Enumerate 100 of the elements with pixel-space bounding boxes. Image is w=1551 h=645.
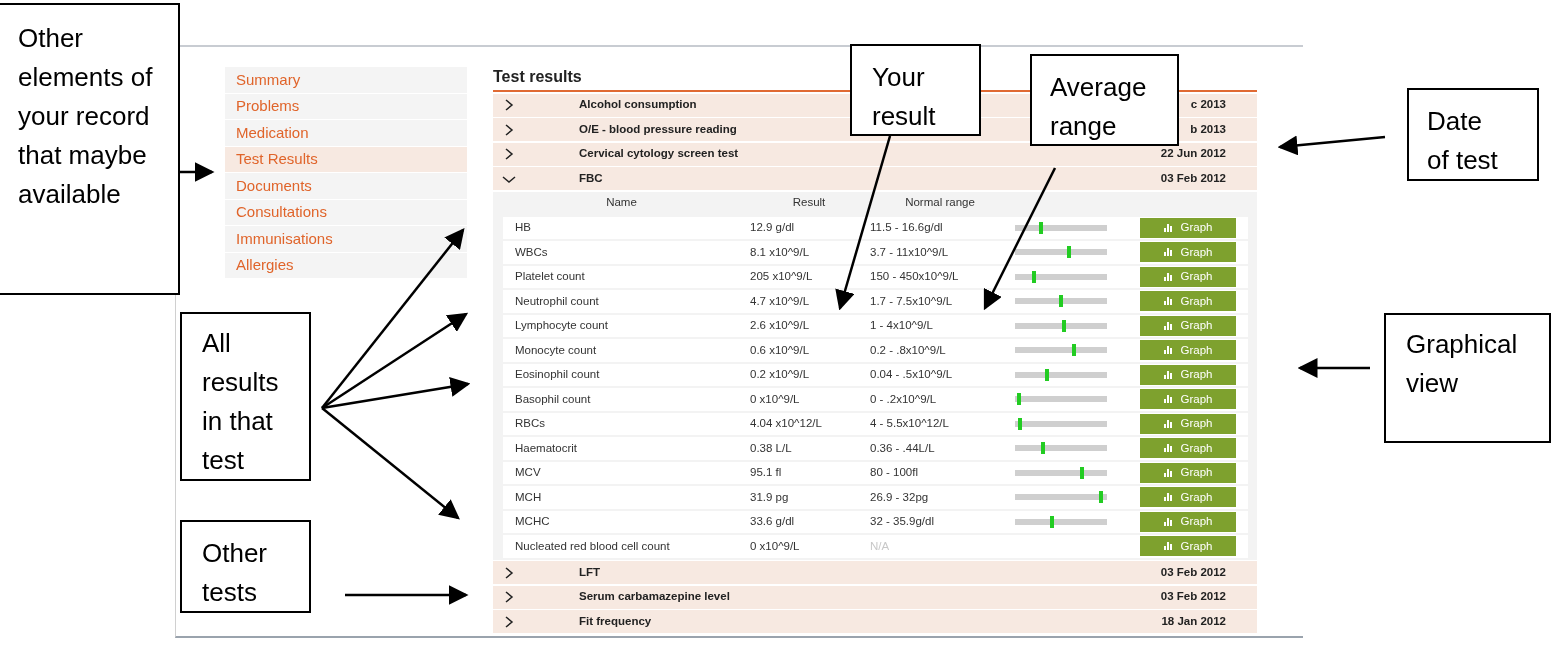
callout-box: Date of test [1407, 88, 1539, 181]
normal-range: 0.2 - .8x10^9/L [870, 342, 947, 358]
test-date: b 2013 [1190, 121, 1226, 137]
callout-box: Other elements of your record that maybe available [0, 3, 180, 295]
graph-button[interactable]: Graph [1140, 315, 1236, 336]
result-value: 31.9 pg [750, 489, 790, 505]
graph-button[interactable]: Graph [1140, 242, 1236, 263]
result-name: Monocyte count [514, 342, 598, 358]
graph-button[interactable]: Graph [1140, 438, 1236, 459]
bar-chart-icon [1163, 444, 1173, 453]
test-date: 03 Feb 2012 [1160, 589, 1226, 605]
result-value: 205 x10^9/L [750, 269, 814, 285]
bar-chart-icon [1163, 223, 1173, 232]
normal-range: 80 - 100fl [870, 465, 919, 481]
result-value: 12.9 g/dl [750, 220, 796, 236]
test-header-row[interactable]: Fit frequency 18 Jan 2012 [493, 610, 1257, 633]
result-value: 33.6 g/dl [750, 514, 796, 530]
result-name: RBCs [514, 416, 547, 432]
test-name: Fit frequency [579, 613, 652, 629]
result-name: Basophil count [514, 391, 592, 407]
test-header-row[interactable]: LFT 03 Feb 2012 [493, 561, 1257, 584]
result-value: 4.7 x10^9/L [750, 293, 811, 309]
test-header-row[interactable]: Serum carbamazepine level 03 Feb 2012 [493, 585, 1257, 609]
test-name: Serum carbamazepine level [579, 589, 730, 605]
annotation-arrow [180, 162, 215, 182]
result-name: Neutrophil count [514, 293, 600, 309]
bar-chart-icon [1163, 395, 1173, 404]
bar-chart-icon [1163, 468, 1173, 477]
result-name: Platelet count [514, 269, 586, 285]
bar-chart-icon [1163, 272, 1173, 281]
result-value: 2.6 x10^9/L [750, 318, 811, 334]
normal-range: 3.7 - 11x10^9/L [870, 244, 950, 260]
graph-button[interactable]: Graph [1140, 413, 1236, 434]
result-value: 0.2 x10^9/L [750, 367, 811, 383]
sidebar-item[interactable]: Immunisations [225, 226, 467, 252]
graph-button[interactable]: Graph [1140, 364, 1236, 385]
result-value: 0 x10^9/L [750, 538, 801, 554]
result-value: 4.04 x10^12/L [750, 416, 823, 432]
graph-button[interactable]: Graph [1140, 340, 1236, 361]
callout-box: Other tests [180, 520, 311, 613]
sidebar-item[interactable]: Test Results [225, 146, 467, 172]
result-value: 0.6 x10^9/L [750, 342, 811, 358]
bar-chart-icon [1163, 370, 1173, 379]
normal-range: 26.9 - 32pg [870, 489, 930, 505]
result-name: Lymphocyte count [514, 318, 609, 334]
test-date: 18 Jan 2012 [1161, 613, 1226, 629]
result-name: WBCs [514, 244, 549, 260]
graph-button[interactable]: Graph [1140, 536, 1236, 557]
bar-chart-icon [1163, 419, 1173, 428]
graph-button[interactable]: Graph [1140, 291, 1236, 312]
result-name: MCHC [514, 514, 551, 530]
result-name: Nucleated red blood cell count [514, 538, 671, 554]
graph-button[interactable]: Graph [1140, 487, 1236, 508]
bar-chart-icon [1163, 517, 1173, 526]
sidebar-item[interactable]: Consultations [225, 199, 467, 225]
bar-chart-icon [1163, 493, 1173, 502]
result-value: 0.38 L/L [750, 440, 793, 456]
result-value: 8.1 x10^9/L [750, 244, 811, 260]
result-value: 0 x10^9/L [750, 391, 801, 407]
normal-range: 0.36 - .44L/L [870, 440, 936, 456]
bar-chart-icon [1163, 297, 1173, 306]
graph-button[interactable]: Graph [1140, 217, 1236, 238]
sidebar-item[interactable]: Summary [225, 67, 467, 93]
callout-box: Average range [1030, 54, 1179, 146]
test-name: O/E - blood pressure reading [579, 121, 737, 137]
test-name: FBC [579, 170, 603, 186]
graph-button[interactable]: Graph [1140, 462, 1236, 483]
normal-range: 0.04 - .5x10^9/L [870, 367, 954, 383]
test-name: LFT [579, 564, 601, 580]
normal-range: 1 - 4x10^9/L [870, 318, 934, 334]
sidebar-item[interactable]: Medication [225, 120, 467, 146]
callout-box: Graphical view [1384, 313, 1551, 443]
test-name: Alcohol consumption [579, 97, 697, 113]
normal-range: 11.5 - 16.6g/dl [870, 220, 944, 236]
graph-button[interactable]: Graph [1140, 389, 1236, 410]
normal-range: 32 - 35.9g/dl [870, 514, 935, 530]
test-header-row[interactable]: FBC 03 Feb 2012 [493, 167, 1257, 190]
bar-chart-icon [1163, 248, 1173, 257]
normal-range: 150 - 450x10^9/L [870, 269, 960, 285]
result-name: MCV [514, 465, 542, 481]
bar-chart-icon [1163, 542, 1173, 551]
test-name: Cervical cytology screen test [579, 146, 739, 162]
result-name: HB [514, 220, 532, 236]
sidebar-item[interactable]: Allergies [225, 252, 467, 278]
graph-button[interactable]: Graph [1140, 511, 1236, 532]
test-date: 03 Feb 2012 [1160, 564, 1226, 580]
result-name: Eosinophil count [514, 367, 601, 383]
test-date: 03 Feb 2012 [1160, 170, 1226, 186]
test-date: 22 Jun 2012 [1160, 146, 1226, 162]
result-name: MCH [514, 489, 543, 505]
normal-range: 1.7 - 7.5x10^9/L [870, 293, 954, 309]
graph-button[interactable]: Graph [1140, 266, 1236, 287]
result-name: Haematocrit [514, 440, 578, 456]
sidebar-item[interactable]: Problems [225, 93, 467, 119]
callout-box: All results in that test [180, 312, 311, 481]
test-date: c 2013 [1190, 97, 1226, 113]
sidebar-item[interactable]: Documents [225, 173, 467, 199]
test-header-row[interactable]: Cervical cytology screen test 22 Jun 2012 [493, 142, 1257, 166]
bar-chart-icon [1163, 346, 1173, 355]
callout-box: Your result [850, 44, 981, 136]
